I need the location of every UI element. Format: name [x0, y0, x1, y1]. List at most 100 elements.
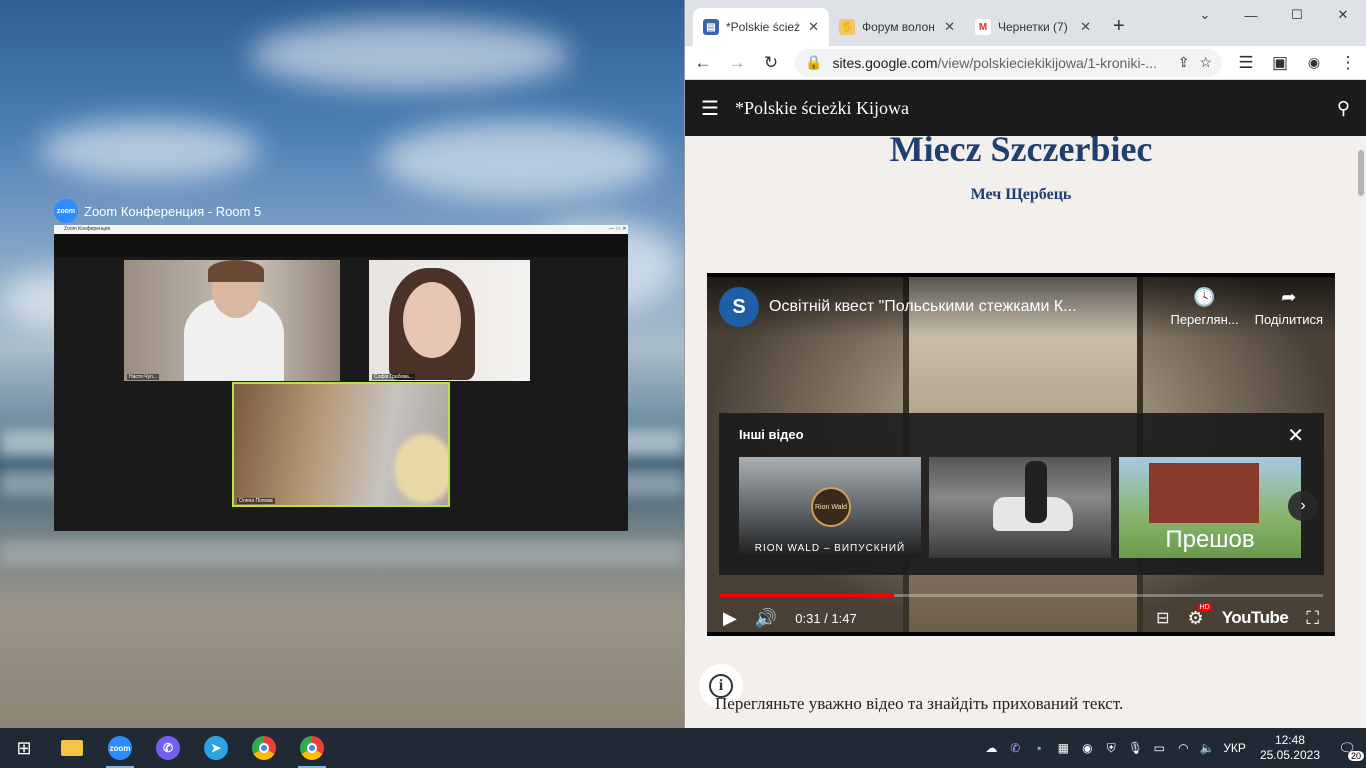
- gmail-icon: M: [975, 19, 991, 35]
- tab-title: *Polskie ścież: [726, 20, 801, 34]
- participant-name: Олена Попова: [237, 498, 275, 504]
- zoom-logo-icon: zoom: [54, 199, 78, 223]
- suggested-video-2[interactable]: [929, 457, 1111, 558]
- language-indicator[interactable]: УКР: [1223, 741, 1246, 755]
- participant-tile-3-active-speaker[interactable]: Олена Попова: [232, 382, 450, 507]
- participant-name: Софія Грабова...: [372, 374, 415, 380]
- security-shield-icon[interactable]: ⛨: [1103, 740, 1119, 756]
- more-videos-panel: Інші відео ✕ Rion Wald RION WALD – ВИПУС…: [719, 413, 1324, 575]
- participant-name: Настя Чуп...: [127, 374, 159, 380]
- suggested-video-3[interactable]: Прешов: [1119, 457, 1301, 558]
- notification-count: 20: [1347, 751, 1364, 761]
- back-icon[interactable]: ←: [693, 53, 713, 73]
- system-tray: ☁ ✆ ▪ ▦ ◉ ⛨ 🎙 ▭ ◠ 🔈 УКР 12:48 25.05.2023…: [983, 728, 1366, 768]
- watch-later-label: Переглян...: [1170, 312, 1239, 327]
- hand-icon: ✋: [839, 19, 855, 35]
- bookmark-star-icon[interactable]: ☆: [1199, 54, 1212, 71]
- hd-badge: HD: [1197, 603, 1212, 611]
- close-icon[interactable]: ✕: [1287, 423, 1304, 448]
- fullscreen-icon[interactable]: ⛶: [1306, 608, 1319, 629]
- video-title[interactable]: Освітній квест "Польськими стежками К...: [769, 298, 1154, 316]
- viber-tray-icon[interactable]: ✆: [1007, 740, 1023, 756]
- url-text[interactable]: sites.google.com/view/polskieciekikijowa…: [832, 55, 1167, 71]
- close-tab-icon[interactable]: ✕: [808, 19, 819, 35]
- telegram-icon[interactable]: ➤: [192, 728, 240, 768]
- tab-forum[interactable]: ✋ Форум волон ✕: [829, 8, 965, 46]
- tab-search-icon[interactable]: ⌄: [1182, 0, 1228, 30]
- reading-list-icon[interactable]: ☰: [1236, 53, 1256, 73]
- zoom-toolbar: [54, 234, 628, 257]
- clock-icon: 🕓: [1193, 287, 1216, 307]
- lock-icon[interactable]: 🔒: [805, 54, 822, 71]
- zoom-meeting-window[interactable]: Zoom Конференция — □ ✕ Настя Чуп... Софі…: [54, 225, 628, 531]
- thumb-caption: RION WALD – ВИПУСКНИЙ: [754, 543, 906, 554]
- microphone-icon[interactable]: 🎙: [1127, 740, 1143, 756]
- site-header: ☰ *Polskie ścieżki Kijowa ⚲: [685, 80, 1366, 136]
- video-time: 0:31 / 1:47: [795, 610, 857, 626]
- chrome-icon[interactable]: [240, 728, 288, 768]
- tab-polskie-sciezki[interactable]: ▤ *Polskie ścież ✕: [693, 8, 829, 46]
- google-sites-icon: ▤: [703, 19, 719, 35]
- share-page-icon[interactable]: ⇪: [1178, 54, 1190, 71]
- screen-tray-icon[interactable]: ▦: [1055, 740, 1071, 756]
- speaker-icon[interactable]: 🔈: [1199, 740, 1215, 756]
- profile-avatar[interactable]: ◉: [1304, 54, 1324, 71]
- zoom-window-label[interactable]: zoom Zoom Конференция - Room 5: [54, 199, 261, 223]
- chevron-right-icon[interactable]: ›: [1288, 491, 1318, 521]
- share-button[interactable]: ➦ Поділитися: [1255, 287, 1323, 327]
- settings-gear-icon[interactable]: ⚙ HD: [1188, 603, 1212, 629]
- file-explorer-icon[interactable]: [48, 728, 96, 768]
- youtube-logo[interactable]: YouTube: [1222, 608, 1289, 628]
- forward-icon[interactable]: →: [727, 53, 747, 73]
- close-window-button[interactable]: ✕: [1320, 0, 1366, 30]
- page-heading: Miecz Szczerbiec: [889, 136, 1153, 169]
- watch-later-button[interactable]: 🕓 Переглян...: [1170, 287, 1238, 327]
- tab-gmail-drafts[interactable]: M Чернетки (7) ✕: [965, 8, 1101, 46]
- close-tab-icon[interactable]: ✕: [1080, 19, 1091, 35]
- video-progress-bar[interactable]: [719, 594, 1323, 597]
- video-progress-played: [719, 594, 895, 597]
- volume-icon[interactable]: 🔊: [755, 608, 777, 629]
- channel-avatar[interactable]: S: [719, 287, 759, 327]
- zoom-tray-icon[interactable]: ▪: [1031, 740, 1047, 756]
- window-controls: ⌄ — ☐ ✕: [1182, 0, 1366, 30]
- play-icon[interactable]: ▶: [723, 608, 737, 629]
- page-subheading: Меч Щербець: [970, 186, 1072, 203]
- chrome-tray-icon[interactable]: ◉: [1079, 740, 1095, 756]
- video-controls: ▶ 🔊 0:31 / 1:47 ⊟ ⚙ HD YouTube ⛶: [707, 601, 1335, 632]
- youtube-embed[interactable]: S Освітній квест "Польськими стежками К.…: [707, 273, 1335, 636]
- minimize-button[interactable]: —: [1228, 0, 1274, 30]
- participant-tile-2[interactable]: Софія Грабова...: [369, 260, 530, 381]
- wifi-icon[interactable]: ◠: [1175, 740, 1191, 756]
- hamburger-menu-icon[interactable]: ☰: [701, 96, 721, 121]
- battery-icon[interactable]: ▭: [1151, 740, 1167, 756]
- clock[interactable]: 12:48 25.05.2023: [1260, 733, 1320, 763]
- chrome-browser-window[interactable]: ▤ *Polskie ścież ✕ ✋ Форум волон ✕ M Чер…: [684, 0, 1366, 728]
- participant-hair: [208, 260, 264, 282]
- share-arrow-icon: ➦: [1281, 287, 1297, 307]
- new-tab-button[interactable]: +: [1101, 15, 1139, 46]
- windows-start-icon[interactable]: ⊞: [0, 728, 48, 768]
- close-tab-icon[interactable]: ✕: [944, 19, 955, 35]
- notifications-icon[interactable]: 🗨 20: [1334, 737, 1364, 761]
- zoom-window-controls[interactable]: — □ ✕: [609, 225, 628, 234]
- more-videos-title: Інші відео: [739, 427, 804, 442]
- page-scrollbar[interactable]: [1356, 136, 1366, 728]
- clock-time: 12:48: [1274, 733, 1305, 747]
- subtitles-icon[interactable]: ⊟: [1156, 608, 1169, 628]
- viber-icon[interactable]: ✆: [144, 728, 192, 768]
- chrome-menu-icon[interactable]: ⋮: [1338, 53, 1358, 73]
- onedrive-cloud-icon[interactable]: ☁: [983, 740, 999, 756]
- maximize-button[interactable]: ☐: [1274, 0, 1320, 30]
- chrome-profile-icon[interactable]: [288, 728, 336, 768]
- rion-wald-logo: Rion Wald: [811, 487, 851, 527]
- side-panel-icon[interactable]: ▣: [1270, 53, 1290, 73]
- address-bar[interactable]: 🔒 sites.google.com/view/polskieciekikijo…: [795, 48, 1222, 77]
- reload-icon[interactable]: ↻: [761, 53, 781, 73]
- zoom-icon[interactable]: zoom: [96, 728, 144, 768]
- participant-tile-1[interactable]: Настя Чуп...: [124, 260, 340, 381]
- search-icon[interactable]: ⚲: [1337, 98, 1350, 119]
- suggested-video-1[interactable]: Rion Wald RION WALD – ВИПУСКНИЙ: [739, 457, 921, 558]
- scrollbar-thumb[interactable]: [1358, 150, 1364, 196]
- site-title[interactable]: *Polskie ścieżki Kijowa: [735, 98, 1337, 119]
